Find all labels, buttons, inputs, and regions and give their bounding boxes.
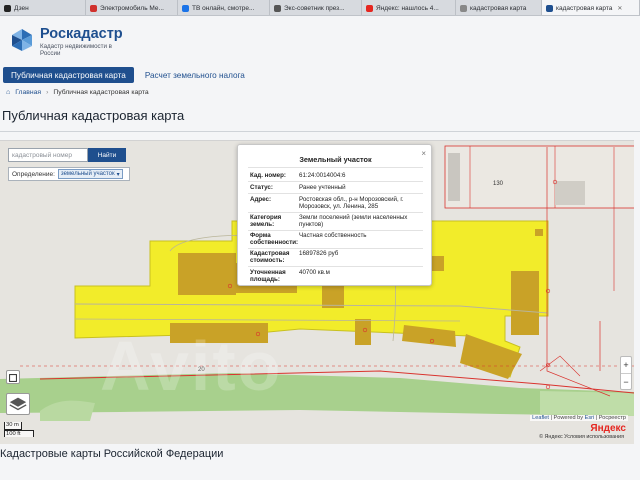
tab-favicon-icon: [90, 5, 97, 12]
divider: [248, 212, 423, 213]
divider: [248, 193, 423, 194]
breadcrumb-separator-icon: ›: [46, 89, 49, 96]
tab-label: Яндекс: нашлось 4...: [376, 5, 439, 12]
section-heading: Кадастровые карты Российской Федерации: [0, 448, 224, 460]
map-scale-bar: 30 m 100 ft: [4, 422, 34, 437]
popup-title: Земельный участок: [299, 155, 372, 164]
definition-select[interactable]: земельный участок ▾: [57, 169, 123, 179]
popup-row-label: Уточненная площадь:: [250, 269, 286, 284]
tab-favicon-icon: [366, 5, 373, 12]
nav-public-cadastral-map[interactable]: Публичная кадастровая карта: [3, 67, 134, 83]
tab-favicon-icon: [182, 5, 189, 12]
popup-row: Статус: Ранее учтенный: [250, 184, 428, 191]
home-icon[interactable]: ⌂: [6, 89, 10, 96]
fullscreen-icon: [9, 374, 17, 382]
attribution-text: | Росреестр: [595, 415, 626, 421]
parcel-info-popup: Земельный участок × Кад. номер: 61:24:00…: [237, 144, 432, 286]
map-attribution: Leaflet | Powered by Esri | Росреестр: [530, 415, 628, 421]
cadastral-number-input[interactable]: [8, 148, 88, 162]
definition-label: Определение:: [12, 170, 55, 178]
popup-row-value: 40700 кв.м: [299, 269, 330, 276]
scale-imperial: 100 ft: [4, 429, 34, 437]
yandex-terms-link[interactable]: © Яндекс Условия использования: [539, 434, 624, 440]
popup-row: Уточненная площадь: 40700 кв.м: [250, 269, 428, 283]
main-nav: Публичная кадастровая карта Расчет земел…: [0, 66, 253, 84]
popup-row-value: Ростовская обл., р-н Морозовский, г. Мор…: [299, 196, 404, 211]
browser-tab[interactable]: Дзен: [0, 0, 86, 15]
page-title: Публичная кадастровая карта: [2, 108, 185, 123]
site-logo-subtitle: Кадастр недвижимости в России: [40, 43, 112, 57]
divider: [0, 131, 640, 132]
browser-tab[interactable]: Экс-советник през...: [270, 0, 362, 15]
popup-row-label: Форма собственности:: [250, 232, 299, 247]
tab-favicon-icon: [4, 5, 11, 12]
tab-close-icon[interactable]: ✕: [617, 5, 622, 12]
layers-icon: [9, 397, 27, 411]
roskadastr-logo-icon[interactable]: [10, 28, 34, 52]
popup-row: Кадастровая стоимость: 16897826 руб: [250, 250, 428, 264]
popup-row-value: Ранее учтенный: [299, 184, 346, 191]
zoom-in-button[interactable]: +: [621, 357, 631, 373]
cadastral-search: Найти: [8, 148, 126, 162]
map-canvas[interactable]: 130 20 Avito Найти Определение: земельны…: [0, 140, 634, 444]
layers-button[interactable]: [6, 393, 30, 415]
browser-window: Дзен Электромобиль Ме... ТВ онлайн, смот…: [0, 0, 640, 480]
browser-tab-strip: Дзен Электромобиль Ме... ТВ онлайн, смот…: [0, 0, 640, 16]
popup-row-label: Кад. номер:: [250, 172, 286, 179]
divider: [248, 266, 423, 267]
browser-tab-active[interactable]: кадастровая карта ✕: [542, 0, 640, 15]
breadcrumb-current: Публичная кадастровая карта: [53, 89, 149, 96]
popup-row-value: Земли поселений (земли населенных пункто…: [299, 214, 408, 229]
popup-row: Форма собственности: Частная собственнос…: [250, 232, 428, 246]
close-icon[interactable]: ×: [421, 149, 426, 158]
zoom-out-button[interactable]: −: [621, 374, 631, 390]
popup-row-label: Категория земель:: [250, 214, 282, 229]
site-header: Роскадастр Кадастр недвижимости в России: [0, 16, 640, 64]
parcel-number-label: 130: [493, 181, 504, 187]
leaflet-link[interactable]: Leaflet: [532, 415, 549, 421]
yandex-logo[interactable]: Яндекс: [590, 423, 626, 434]
tab-label: кадастровая карта: [556, 5, 613, 12]
popup-row-label: Статус:: [250, 184, 273, 191]
browser-tab[interactable]: Электромобиль Ме...: [86, 0, 178, 15]
breadcrumb: ⌂ Главная › Публичная кадастровая карта: [6, 89, 149, 96]
definition-select-value: земельный участок: [60, 171, 115, 177]
browser-tab[interactable]: Яндекс: нашлось 4...: [362, 0, 456, 15]
search-button[interactable]: Найти: [88, 148, 126, 162]
esri-link[interactable]: Esri: [585, 415, 595, 421]
definition-selector: Определение: земельный участок ▾: [8, 167, 130, 181]
popup-row: Адрес: Ростовская обл., р-н Морозовский,…: [250, 196, 428, 210]
zoom-control: + −: [620, 356, 632, 390]
tab-favicon-icon: [460, 5, 467, 12]
tab-favicon-icon: [274, 5, 281, 12]
divider: [248, 181, 423, 182]
site-logo-title[interactable]: Роскадастр: [40, 26, 123, 42]
divider: [248, 167, 423, 168]
popup-row-label: Кадастровая стоимость:: [250, 250, 290, 265]
divider: [248, 248, 423, 249]
divider: [248, 230, 423, 231]
tab-label: ТВ онлайн, смотре...: [192, 5, 255, 12]
browser-tab[interactable]: кадастровая карта: [456, 0, 542, 15]
attribution-text: | Powered by: [550, 415, 584, 421]
road-number-label: 20: [198, 367, 205, 373]
breadcrumb-home[interactable]: Главная: [15, 89, 41, 96]
popup-row: Кад. номер: 61:24:0014004:6: [250, 172, 428, 179]
scale-metric: 30 m: [4, 422, 22, 430]
nav-land-tax-calculation[interactable]: Расчет земельного налога: [137, 67, 253, 83]
popup-row-value: 16897826 руб: [299, 250, 339, 257]
popup-row-value: 61:24:0014004:6: [299, 172, 346, 179]
popup-row-label: Адрес:: [250, 196, 272, 203]
tab-label: Дзен: [14, 5, 29, 12]
browser-tab[interactable]: ТВ онлайн, смотре...: [178, 0, 270, 15]
tab-label: Экс-советник през...: [284, 5, 345, 12]
chevron-down-icon: ▾: [116, 171, 120, 178]
tab-label: кадастровая карта: [470, 5, 527, 12]
fullscreen-button[interactable]: [6, 370, 20, 384]
popup-row: Категория земель: Земли поселений (земли…: [250, 214, 428, 228]
tab-favicon-icon: [546, 5, 553, 12]
tab-label: Электромобиль Ме...: [100, 5, 164, 12]
popup-row-value: Частная собственность: [299, 232, 367, 239]
